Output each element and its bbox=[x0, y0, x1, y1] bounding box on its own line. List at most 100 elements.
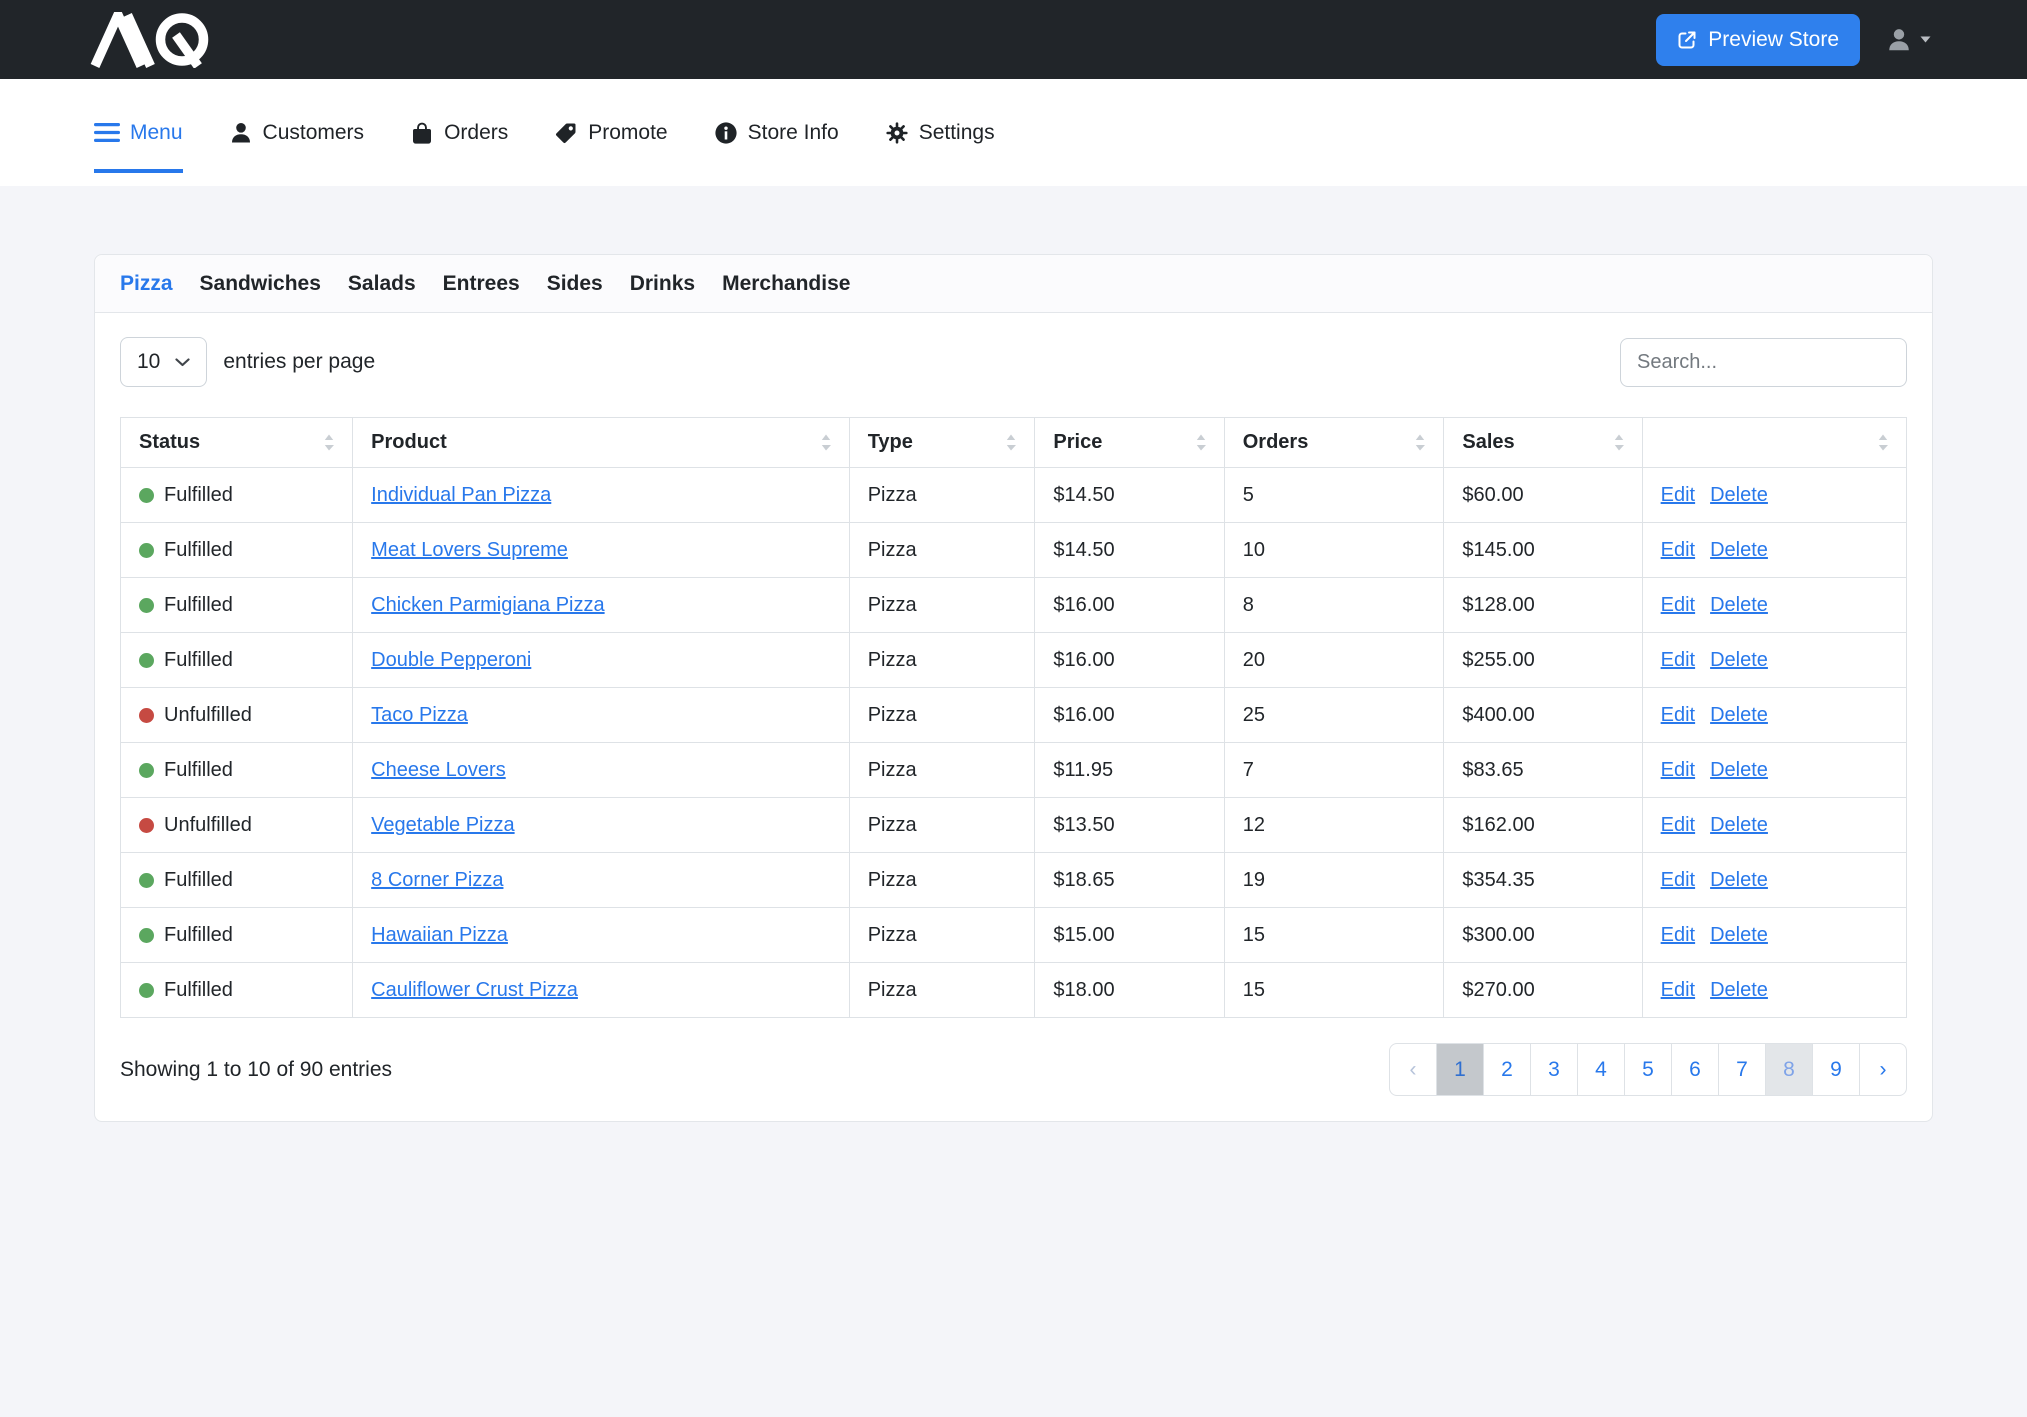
delete-link[interactable]: Delete bbox=[1710, 759, 1768, 781]
gear-icon bbox=[885, 121, 909, 145]
edit-link[interactable]: Edit bbox=[1661, 594, 1695, 616]
search-input[interactable] bbox=[1620, 338, 1907, 387]
column-header-status[interactable]: Status bbox=[121, 418, 353, 468]
column-header-type[interactable]: Type bbox=[849, 418, 1035, 468]
delete-link[interactable]: Delete bbox=[1710, 814, 1768, 836]
page-button-2[interactable]: 2 bbox=[1483, 1043, 1531, 1096]
price-cell: $16.00 bbox=[1035, 633, 1224, 688]
product-link[interactable]: 8 Corner Pizza bbox=[371, 869, 503, 891]
page-button-7[interactable]: 7 bbox=[1718, 1043, 1766, 1096]
table-footer: Showing 1 to 10 of 90 entries ‹123456789… bbox=[120, 1043, 1907, 1096]
tab-drinks[interactable]: Drinks bbox=[630, 271, 695, 296]
column-header-sales[interactable]: Sales bbox=[1444, 418, 1642, 468]
product-link[interactable]: Vegetable Pizza bbox=[371, 814, 514, 836]
delete-link[interactable]: Delete bbox=[1710, 594, 1768, 616]
column-header-price[interactable]: Price bbox=[1035, 418, 1224, 468]
products-table: StatusProductTypePrice Orders Sales Fulfil… bbox=[120, 417, 1907, 1018]
column-label: Orders bbox=[1243, 431, 1309, 454]
page-button-4[interactable]: 4 bbox=[1577, 1043, 1625, 1096]
page-button-5[interactable]: 5 bbox=[1624, 1043, 1672, 1096]
entries-per-page-select[interactable]: 10 bbox=[120, 337, 207, 387]
actions-cell: Edit Delete bbox=[1642, 688, 1906, 743]
delete-link[interactable]: Delete bbox=[1710, 539, 1768, 561]
user-icon bbox=[229, 121, 253, 145]
preview-store-button[interactable]: Preview Store bbox=[1656, 14, 1860, 66]
orders-cell: 8 bbox=[1224, 578, 1444, 633]
edit-link[interactable]: Edit bbox=[1661, 869, 1695, 891]
product-link[interactable]: Taco Pizza bbox=[371, 704, 468, 726]
tab-sides[interactable]: Sides bbox=[547, 271, 603, 296]
sort-arrows-icon bbox=[1415, 434, 1425, 451]
column-header-product[interactable]: Product bbox=[353, 418, 850, 468]
nav-item-customers[interactable]: Customers bbox=[229, 121, 365, 145]
sales-cell: $128.00 bbox=[1444, 578, 1642, 633]
delete-link[interactable]: Delete bbox=[1710, 869, 1768, 891]
status-cell: Fulfilled bbox=[121, 853, 353, 908]
sales-cell: $354.35 bbox=[1444, 853, 1642, 908]
orders-cell: 7 bbox=[1224, 743, 1444, 798]
edit-link[interactable]: Edit bbox=[1661, 649, 1695, 671]
sales-cell: $270.00 bbox=[1444, 963, 1642, 1018]
edit-link[interactable]: Edit bbox=[1661, 759, 1695, 781]
orders-cell: 15 bbox=[1224, 908, 1444, 963]
product-link[interactable]: Cauliflower Crust Pizza bbox=[371, 979, 578, 1001]
page-button-9[interactable]: 9 bbox=[1812, 1043, 1860, 1096]
tab-sandwiches[interactable]: Sandwiches bbox=[200, 271, 321, 296]
price-cell: $14.50 bbox=[1035, 523, 1224, 578]
product-link[interactable]: Double Pepperoni bbox=[371, 649, 531, 671]
table-body: Fulfilled Individual Pan Pizza Pizza $14.50… bbox=[121, 468, 1907, 1018]
page-button-1[interactable]: 1 bbox=[1436, 1043, 1484, 1096]
page: Preview Store Menu Customers Orders Promote… bbox=[0, 0, 2027, 1417]
delete-link[interactable]: Delete bbox=[1710, 704, 1768, 726]
type-cell: Pizza bbox=[849, 688, 1035, 743]
product-link[interactable]: Hawaiian Pizza bbox=[371, 924, 508, 946]
edit-link[interactable]: Edit bbox=[1661, 924, 1695, 946]
delete-link[interactable]: Delete bbox=[1710, 979, 1768, 1001]
nav-item-label: Orders bbox=[444, 121, 508, 145]
nav-item-orders[interactable]: Orders bbox=[410, 121, 508, 145]
nav-item-label: Customers bbox=[263, 121, 365, 145]
status-cell: Unfulfilled bbox=[121, 688, 353, 743]
tab-salads[interactable]: Salads bbox=[348, 271, 416, 296]
brand-logo[interactable] bbox=[90, 12, 215, 68]
product-link[interactable]: Individual Pan Pizza bbox=[371, 484, 551, 506]
status-label: Fulfilled bbox=[164, 594, 233, 616]
delete-link[interactable]: Delete bbox=[1710, 484, 1768, 506]
status-dot bbox=[139, 708, 154, 723]
type-cell: Pizza bbox=[849, 743, 1035, 798]
price-cell: $15.00 bbox=[1035, 908, 1224, 963]
product-cell: Cauliflower Crust Pizza bbox=[353, 963, 850, 1018]
edit-link[interactable]: Edit bbox=[1661, 814, 1695, 836]
nav-item-menu[interactable]: Menu bbox=[94, 121, 183, 145]
column-header-col[interactable] bbox=[1642, 418, 1906, 468]
page-button-3[interactable]: 3 bbox=[1530, 1043, 1578, 1096]
nav-item-store-info[interactable]: Store Info bbox=[714, 121, 839, 145]
nav-item-promote[interactable]: Promote bbox=[554, 121, 667, 145]
edit-link[interactable]: Edit bbox=[1661, 539, 1695, 561]
delete-link[interactable]: Delete bbox=[1710, 924, 1768, 946]
edit-link[interactable]: Edit bbox=[1661, 484, 1695, 506]
pagination-prev-button[interactable]: ‹ bbox=[1389, 1043, 1437, 1096]
tab-pizza[interactable]: Pizza bbox=[120, 271, 173, 296]
product-link[interactable]: Meat Lovers Supreme bbox=[371, 539, 568, 561]
account-menu[interactable] bbox=[1886, 27, 1931, 53]
tab-entrees[interactable]: Entrees bbox=[443, 271, 520, 296]
edit-link[interactable]: Edit bbox=[1661, 704, 1695, 726]
page-button-6[interactable]: 6 bbox=[1671, 1043, 1719, 1096]
nav-item-settings[interactable]: Settings bbox=[885, 121, 995, 145]
actions-cell: Edit Delete bbox=[1642, 853, 1906, 908]
showing-entries-text: Showing 1 to 10 of 90 entries bbox=[120, 1058, 392, 1082]
status-cell: Fulfilled bbox=[121, 908, 353, 963]
tab-merchandise[interactable]: Merchandise bbox=[722, 271, 850, 296]
sales-cell: $145.00 bbox=[1444, 523, 1642, 578]
page-button-8[interactable]: 8 bbox=[1765, 1043, 1813, 1096]
product-link[interactable]: Cheese Lovers bbox=[371, 759, 506, 781]
entries-control: 10 entries per page bbox=[120, 337, 375, 387]
delete-link[interactable]: Delete bbox=[1710, 649, 1768, 671]
product-link[interactable]: Chicken Parmigiana Pizza bbox=[371, 594, 604, 616]
orders-cell: 19 bbox=[1224, 853, 1444, 908]
status-cell: Fulfilled bbox=[121, 633, 353, 688]
column-header-orders[interactable]: Orders bbox=[1224, 418, 1444, 468]
edit-link[interactable]: Edit bbox=[1661, 979, 1695, 1001]
pagination-next-button[interactable]: › bbox=[1859, 1043, 1907, 1096]
